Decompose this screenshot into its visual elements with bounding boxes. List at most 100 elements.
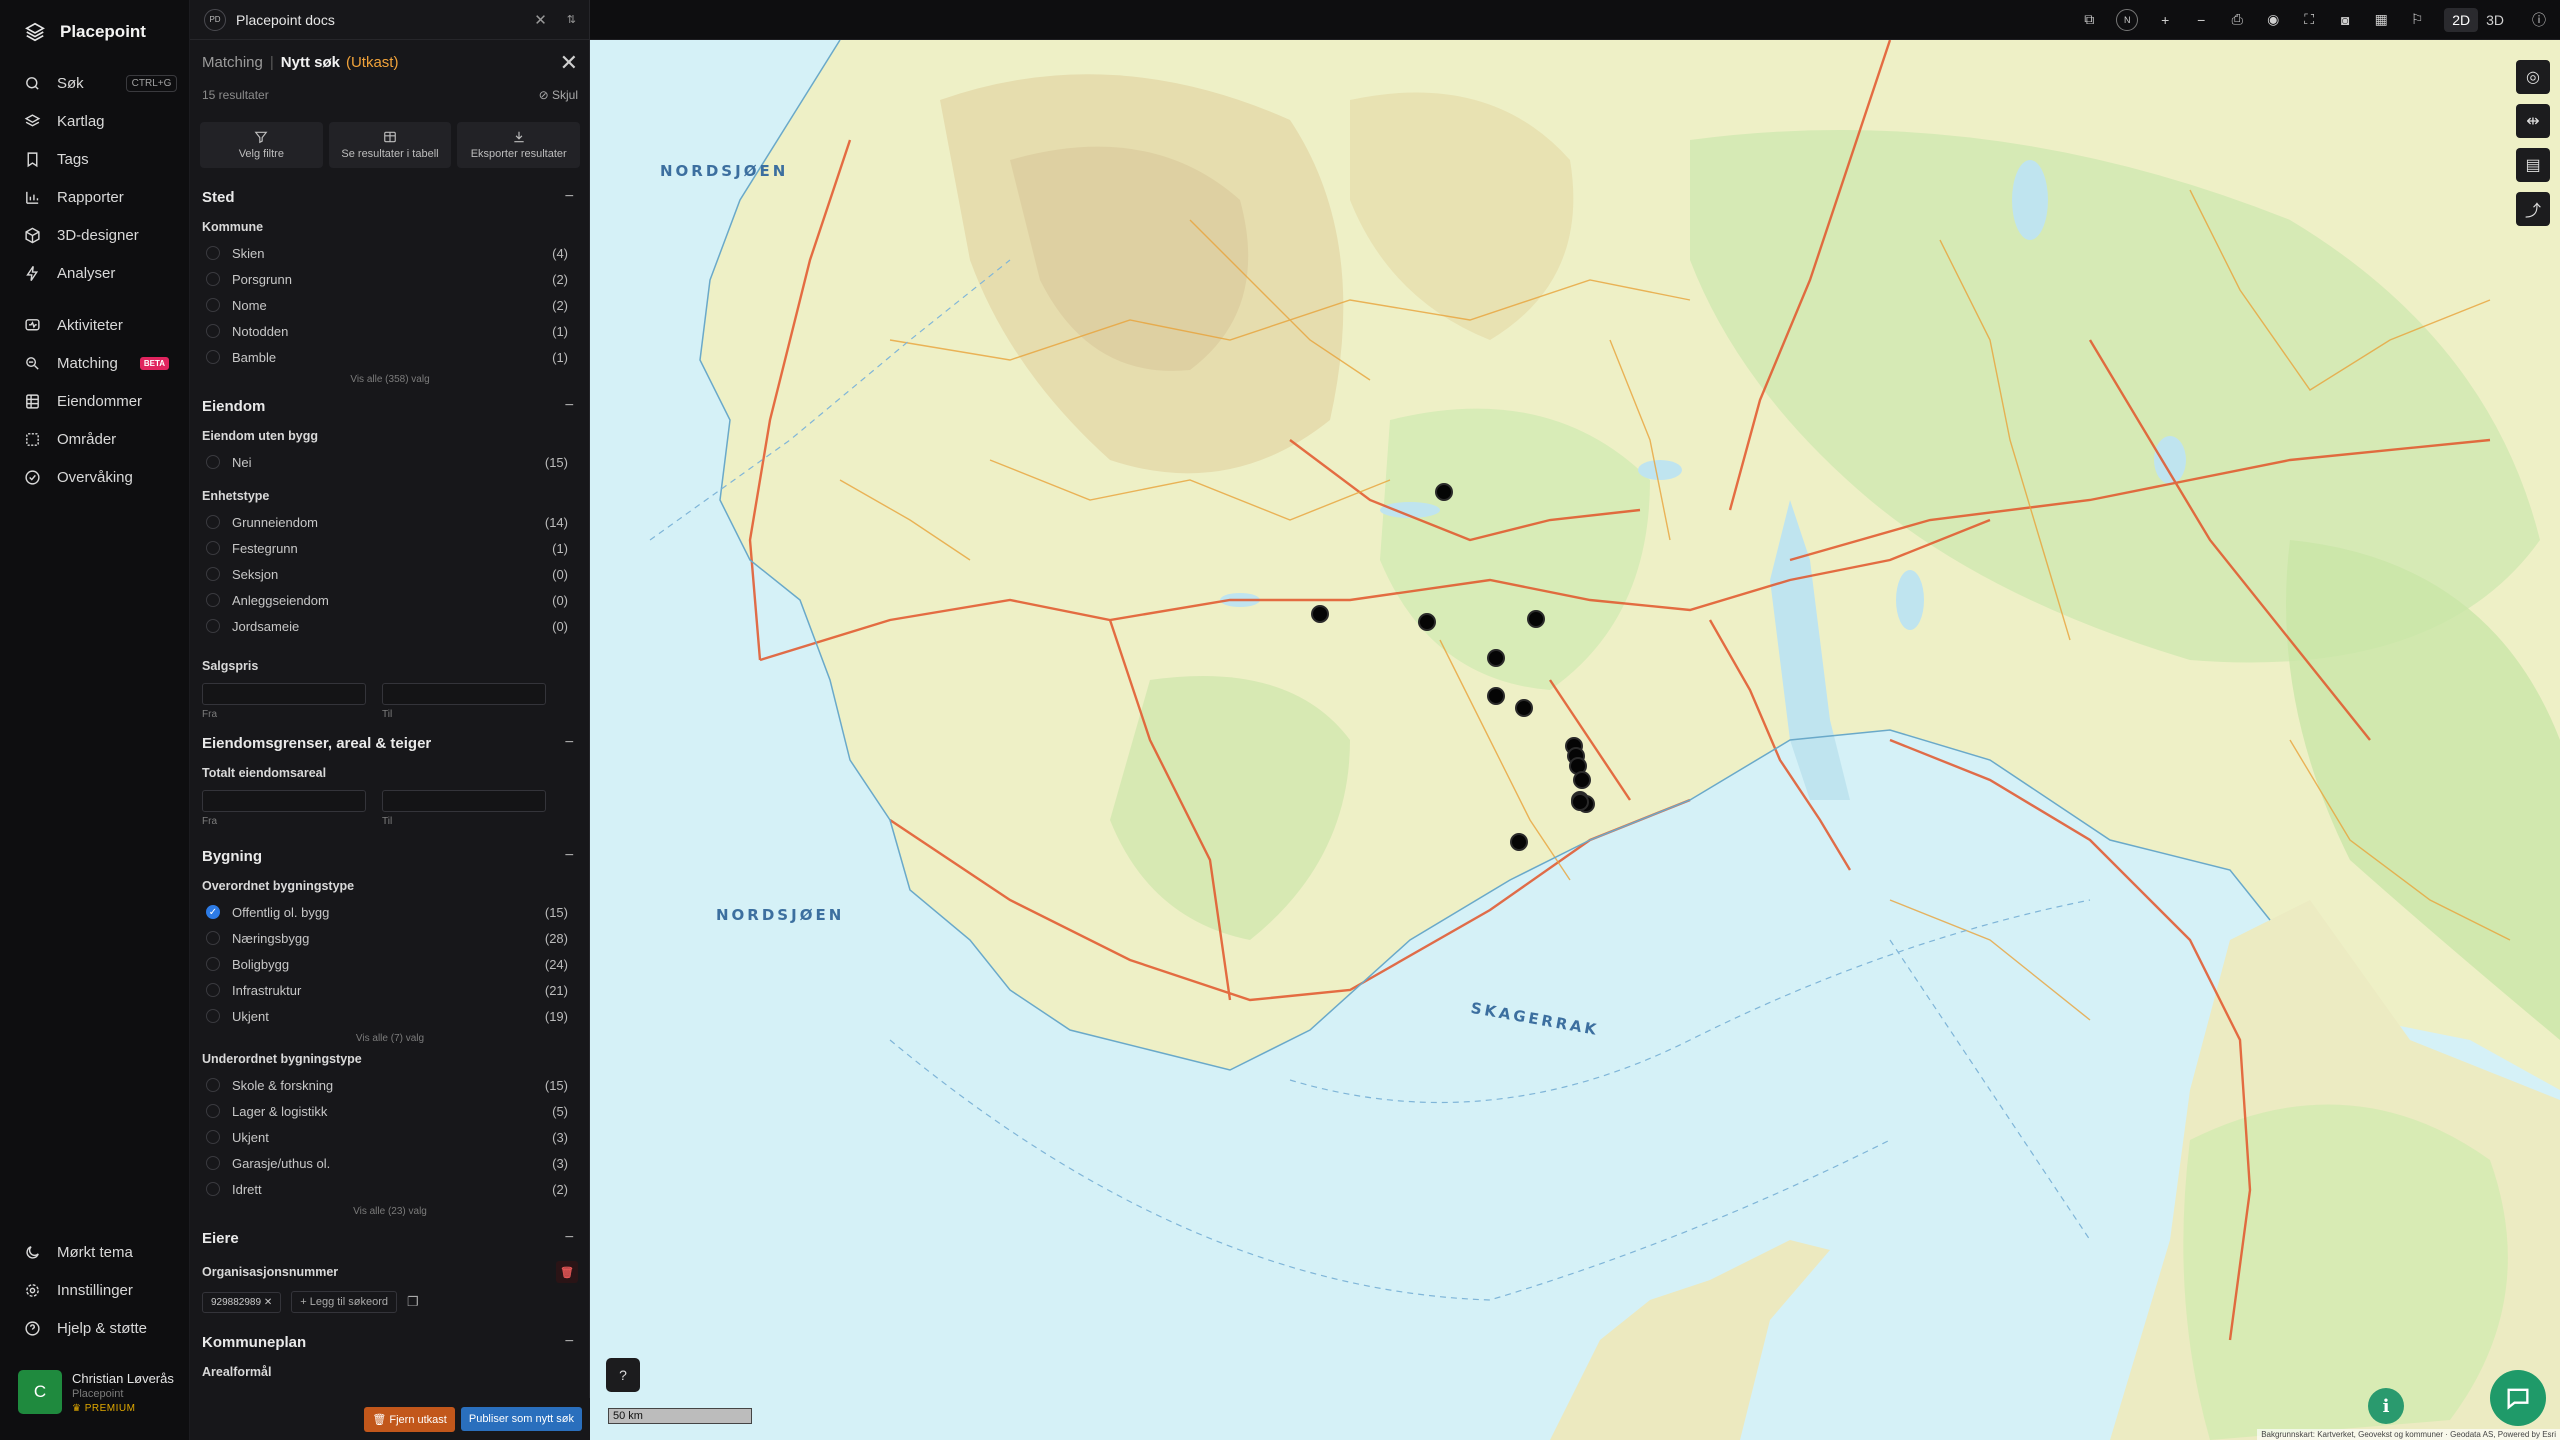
checkbox[interactable] [206, 1156, 220, 1170]
checkbox[interactable] [206, 983, 220, 997]
nav-item-3d-designer[interactable]: 3D-designer [0, 216, 189, 254]
price-to-input[interactable] [382, 683, 546, 705]
map-help-icon[interactable]: ? [606, 1358, 640, 1392]
filter-option[interactable]: Lager & logistikk (5) [202, 1098, 578, 1124]
filter-option[interactable]: Anleggseiendom (0) [202, 587, 578, 613]
filter-option[interactable]: Idrett (2) [202, 1176, 578, 1202]
section-sted[interactable]: Sted − [202, 182, 578, 212]
bookmark-icon[interactable]: ⚐ [2408, 11, 2426, 29]
copy-icon[interactable]: ❐ [407, 1294, 419, 1310]
filter-option[interactable]: Ukjent (3) [202, 1124, 578, 1150]
section-grenser[interactable]: Eiendomsgrenser, areal & teiger − [202, 728, 578, 758]
zoom-out-icon[interactable]: − [2192, 11, 2210, 29]
checkbox[interactable] [206, 246, 220, 260]
result-marker[interactable] [1527, 610, 1545, 628]
checkbox[interactable] [206, 619, 220, 633]
collapse-icon[interactable]: − [565, 1333, 578, 1351]
result-marker[interactable] [1573, 771, 1591, 789]
show-all-link[interactable]: Vis alle (23) valg [202, 1206, 578, 1217]
checkbox[interactable] [206, 567, 220, 581]
filter-option[interactable]: Porsgrunn (2) [202, 266, 578, 292]
filter-option[interactable]: Jordsameie (0) [202, 613, 578, 639]
filter-option[interactable]: ✓ Offentlig ol. bygg (15) [202, 899, 578, 925]
filter-option[interactable]: Grunneiendom (14) [202, 509, 578, 535]
trash-icon[interactable]: 🗑 [556, 1261, 578, 1283]
nav-item-aktiviteter[interactable]: Aktiviteter [0, 306, 189, 344]
elevation-icon[interactable]: ⤴ [2516, 192, 2550, 226]
checkbox[interactable] [206, 541, 220, 555]
map-canvas[interactable]: NORDSJØEN NORDSJØEN SKAGERRAK ◎ ⇹ ▤ ⤴ ? … [590, 40, 2560, 1440]
export-results-button[interactable]: Eksporter resultater [457, 122, 581, 168]
hide-toggle[interactable]: ⊘ Skjul [539, 88, 578, 102]
checkbox[interactable] [206, 272, 220, 286]
filter-option[interactable]: Bamble (1) [202, 344, 578, 370]
zoom-in-icon[interactable]: + [2156, 11, 2174, 29]
area-from-input[interactable] [202, 790, 366, 812]
nav-item-help[interactable]: Hjelp & støtte [0, 1309, 190, 1347]
brand[interactable]: Placepoint [0, 0, 189, 64]
filter-option[interactable]: Garasje/uthus ol. (3) [202, 1150, 578, 1176]
section-eiere[interactable]: Eiere − [202, 1223, 578, 1253]
collapse-icon[interactable]: − [565, 397, 578, 415]
nav-item-overvaking[interactable]: Overvåking [0, 458, 189, 496]
checkbox[interactable] [206, 957, 220, 971]
area-to-input[interactable] [382, 790, 546, 812]
checkbox[interactable] [206, 515, 220, 529]
filter-option[interactable]: Infrastruktur (21) [202, 977, 578, 1003]
filter-option[interactable]: Seksjon (0) [202, 561, 578, 587]
nav-item-tags[interactable]: Tags [0, 140, 189, 178]
nav-item-omrader[interactable]: Områder [0, 420, 189, 458]
section-eiendom[interactable]: Eiendom − [202, 391, 578, 421]
document-selector[interactable]: PD Placepoint docs ✕ ⇅ [190, 0, 590, 40]
grid-icon[interactable]: ▦ [2372, 11, 2390, 29]
filter-option[interactable]: Nome (2) [202, 292, 578, 318]
remove-draft-button[interactable]: 🗑 Fjern utkast [364, 1406, 455, 1432]
checkbox-checked[interactable]: ✓ [206, 905, 220, 919]
result-marker[interactable] [1487, 649, 1505, 667]
filter-option[interactable]: Notodden (1) [202, 318, 578, 344]
result-marker[interactable] [1515, 699, 1533, 717]
checkbox[interactable] [206, 1104, 220, 1118]
price-from-input[interactable] [202, 683, 366, 705]
clear-document-icon[interactable]: ✕ [534, 11, 547, 29]
draw-area-icon[interactable]: ◎ [2516, 60, 2550, 94]
nav-item-eiendommer[interactable]: Eiendommer [0, 382, 189, 420]
collapse-icon[interactable]: − [565, 1229, 578, 1247]
filter-option[interactable]: Festegrunn (1) [202, 535, 578, 561]
filter-option[interactable]: Skien (4) [202, 240, 578, 266]
filter-option[interactable]: Skole & forskning (15) [202, 1072, 578, 1098]
checkbox[interactable] [206, 455, 220, 469]
chevron-updown-icon[interactable]: ⇅ [567, 13, 576, 26]
result-marker[interactable] [1311, 605, 1329, 623]
collapse-icon[interactable]: − [565, 734, 578, 752]
checkbox[interactable] [206, 931, 220, 945]
checkbox[interactable] [206, 593, 220, 607]
chat-support-icon[interactable] [2490, 1370, 2546, 1426]
section-bygning[interactable]: Bygning − [202, 841, 578, 871]
show-all-link[interactable]: Vis alle (358) valg [202, 374, 578, 385]
orgnr-chip[interactable]: 929882989 ✕ [202, 1291, 282, 1313]
filter-option[interactable]: Nei (15) [202, 449, 578, 475]
collapse-icon[interactable]: − [565, 188, 578, 206]
checkbox[interactable] [206, 298, 220, 312]
filter-option[interactable]: Boligbygg (24) [202, 951, 578, 977]
result-marker[interactable] [1487, 687, 1505, 705]
view-table-button[interactable]: Se resultater i tabell [328, 122, 452, 168]
layers-stack-icon[interactable]: ⧉ [2080, 11, 2098, 29]
checkbox[interactable] [206, 1009, 220, 1023]
checkbox[interactable] [206, 1130, 220, 1144]
camera-icon[interactable]: ◙ [2336, 11, 2354, 29]
close-icon[interactable]: ✕ [560, 50, 578, 76]
mode-3d-button[interactable]: 3D [2478, 8, 2512, 32]
filter-option[interactable]: Næringsbygg (28) [202, 925, 578, 951]
chart-icon[interactable]: ▤ [2516, 148, 2550, 182]
result-marker[interactable] [1418, 613, 1436, 631]
breadcrumb-matching[interactable]: Matching [202, 54, 263, 71]
nav-item-search[interactable]: Søk CTRL+G [0, 64, 189, 102]
publish-search-button[interactable]: Publiser som nytt søk [460, 1407, 582, 1431]
print-icon[interactable]: ⎙ [2228, 11, 2246, 29]
collapse-icon[interactable]: − [565, 847, 578, 865]
choose-filters-button[interactable]: Velg filtre [200, 122, 323, 168]
checkbox[interactable] [206, 350, 220, 364]
mode-2d-button[interactable]: 2D [2444, 7, 2479, 32]
